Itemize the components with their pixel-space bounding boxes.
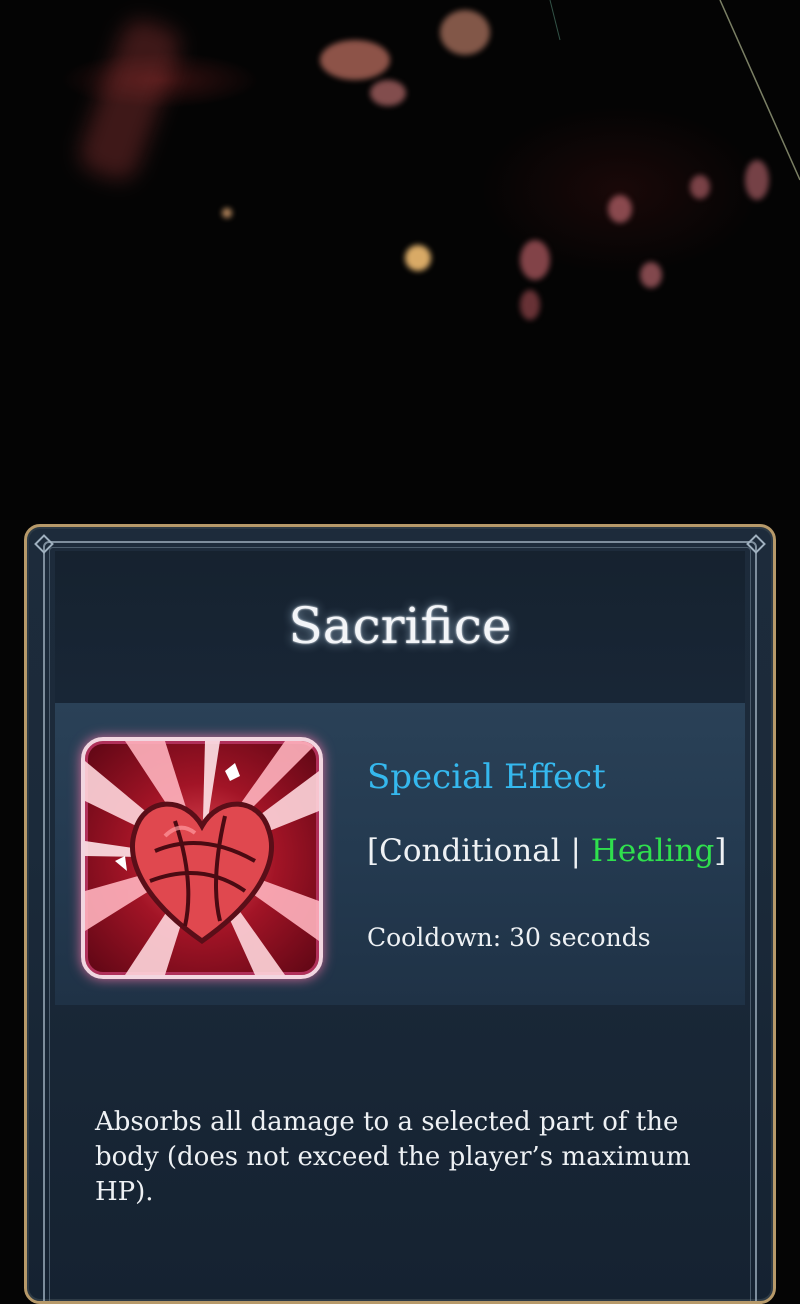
effect-type-label: Special Effect [367, 757, 606, 797]
tag-bracket-open: [ [367, 833, 380, 869]
skill-card: Sacrifice Special Effect [Conditional | … [24, 524, 776, 1304]
skill-title: Sacrifice [288, 597, 512, 655]
tag-healing: Healing [590, 833, 715, 869]
skill-description: Absorbs all damage to a selected part of… [95, 1107, 691, 1207]
light-streak [549, 0, 800, 181]
tag-bracket-close: ] [714, 833, 727, 869]
skill-tags: [Conditional | Healing] [367, 833, 726, 869]
tag-separator: | [560, 833, 591, 869]
cooldown-text: Cooldown: 30 seconds [367, 923, 651, 952]
sacrifice-heart-icon [81, 737, 323, 979]
tag-conditional: Conditional [379, 833, 561, 869]
background-scene [0, 0, 800, 520]
